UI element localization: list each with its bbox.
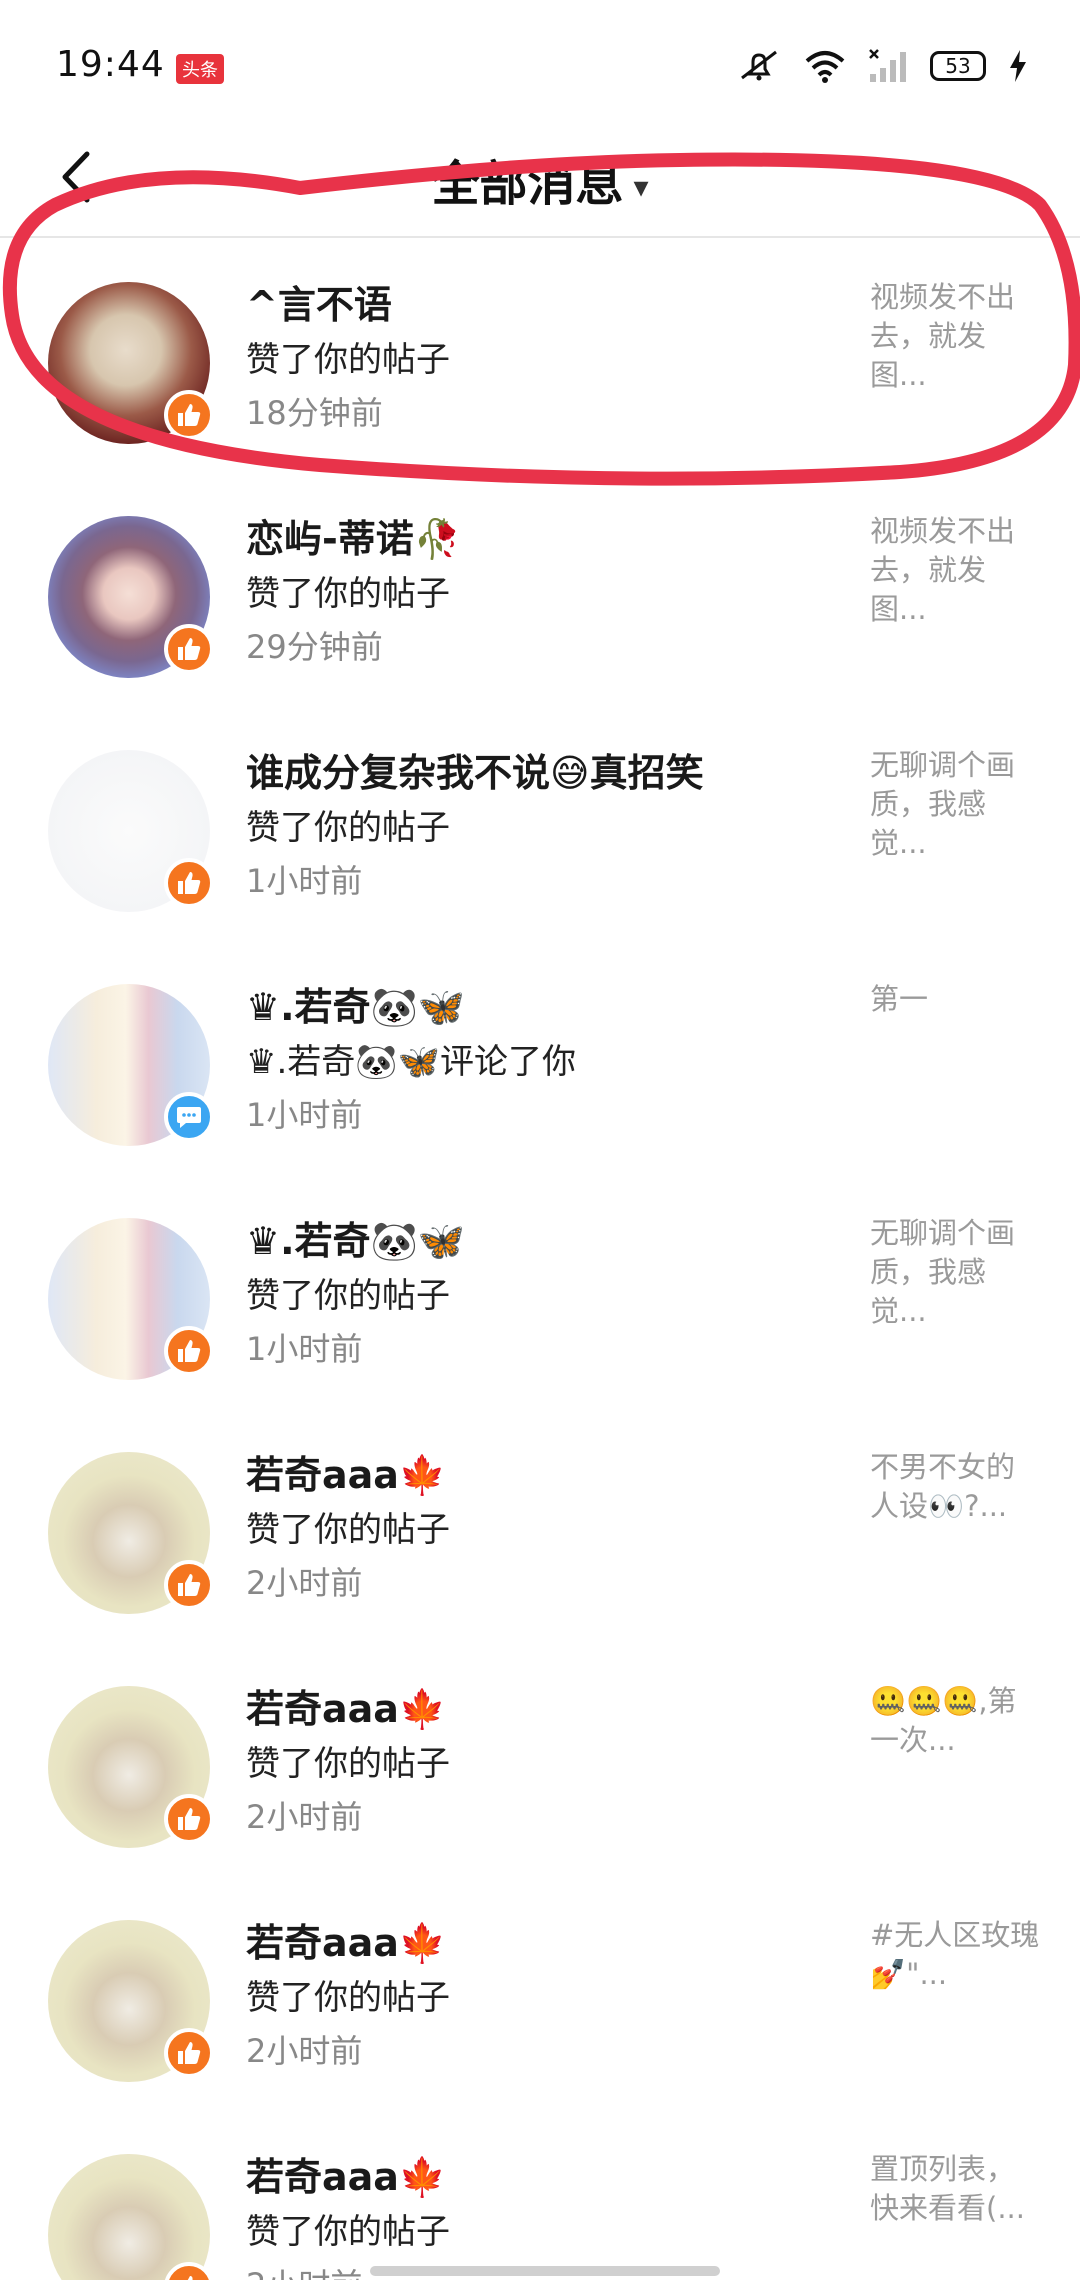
post-preview: #无人区玫瑰💅"... [870, 1918, 1040, 1991]
list-item[interactable]: 若奇aaa🍁 赞了你的帖子 2小时前 🤐🤐🤐,第一次... [0, 1644, 1080, 1878]
list-item[interactable]: 恋屿-蒂诺🥀 赞了你的帖子 29分钟前 视频发不出去，就发图... [0, 474, 1080, 708]
sender-name: ♛.若奇🐼🦋 [246, 985, 466, 1029]
avatar[interactable] [48, 750, 214, 912]
avatar[interactable] [48, 1452, 214, 1614]
like-icon [164, 858, 214, 908]
notification-action: 赞了你的帖子 [246, 574, 450, 614]
battery-icon: 53 [930, 51, 986, 81]
list-item[interactable]: ♛.若奇🐼🦋 ♛.若奇🐼🦋评论了你 1小时前 第一 [0, 942, 1080, 1176]
post-preview: 不男不女的人设👀?... [870, 1450, 1016, 1523]
notification-action: 赞了你的帖子 [246, 1744, 450, 1784]
avatar[interactable] [48, 2154, 214, 2280]
mute-icon [736, 48, 782, 84]
post-preview: 视频发不出去，就发图... [870, 514, 1016, 626]
like-icon [164, 1794, 214, 1844]
wifi-icon [804, 49, 846, 83]
post-preview: 无聊调个画质，我感觉... [870, 1216, 1016, 1328]
sender-name: 若奇aaa🍁 [246, 2155, 447, 2199]
page-title[interactable]: 全部消息 ▾ [0, 144, 1080, 214]
timestamp: 1小时前 [246, 862, 363, 900]
avatar[interactable] [48, 984, 214, 1146]
nav-bar: 全部消息 ▾ [0, 130, 1080, 238]
avatar[interactable] [48, 1218, 214, 1380]
sender-name: 恋屿-蒂诺🥀 [246, 517, 462, 561]
message-list: ^言不语 赞了你的帖子 18分钟前 视频发不出去，就发图... 恋屿-蒂诺🥀 赞… [0, 240, 1080, 2280]
avatar[interactable] [48, 282, 214, 444]
notification-action: 赞了你的帖子 [246, 1978, 450, 2018]
list-item[interactable]: 若奇aaa🍁 赞了你的帖子 2小时前 置顶列表，快来看看(... [0, 2112, 1080, 2280]
sender-name: ♛.若奇🐼🦋 [246, 1219, 466, 1263]
like-icon [164, 1326, 214, 1376]
post-preview: 置顶列表，快来看看(... [870, 2152, 1025, 2225]
page-title-text: 全部消息 [431, 156, 624, 212]
status-icons: 53 [736, 46, 1028, 86]
list-item[interactable]: ^言不语 赞了你的帖子 18分钟前 视频发不出去，就发图... [0, 240, 1080, 474]
avatar[interactable] [48, 516, 214, 678]
signal-icon [868, 48, 908, 84]
timestamp: 18分钟前 [246, 394, 383, 432]
sender-name: 若奇aaa🍁 [246, 1453, 447, 1497]
news-app-badge: 头条 [176, 54, 224, 84]
status-time: 19:44 [56, 44, 165, 85]
timestamp: 29分钟前 [246, 628, 383, 666]
timestamp: 2小时前 [246, 2260, 362, 2280]
avatar[interactable] [48, 1920, 214, 2082]
post-preview: 无聊调个画质，我感觉... [870, 748, 1016, 860]
like-icon [164, 624, 214, 674]
avatar[interactable] [48, 1686, 214, 1848]
post-preview: 第一 [870, 982, 929, 1016]
list-item[interactable]: ♛.若奇🐼🦋 赞了你的帖子 1小时前 无聊调个画质，我感觉... [0, 1176, 1080, 1410]
list-item[interactable]: 若奇aaa🍁 赞了你的帖子 2小时前 不男不女的人设👀?... [0, 1410, 1080, 1644]
timestamp: 2小时前 [246, 2032, 363, 2070]
notification-action: 赞了你的帖子 [246, 808, 450, 848]
notification-action: ♛.若奇🐼🦋评论了你 [246, 1042, 576, 1082]
timestamp: 2小时前 [246, 1564, 363, 1602]
sender-name: 若奇aaa🍁 [246, 1687, 447, 1731]
timestamp: 1小时前 [246, 1330, 363, 1368]
list-item[interactable]: 谁成分复杂我不说😅真招笑 赞了你的帖子 1小时前 无聊调个画质，我感觉... [0, 708, 1080, 942]
sender-name: 若奇aaa🍁 [246, 1921, 447, 1965]
list-item[interactable]: 若奇aaa🍁 赞了你的帖子 2小时前 #无人区玫瑰💅"... [0, 1878, 1080, 2112]
post-preview: 🤐🤐🤐,第一次... [870, 1684, 1017, 1757]
sender-name: ^言不语 [246, 283, 392, 327]
chevron-down-icon: ▾ [633, 169, 649, 205]
timestamp: 1小时前 [246, 1096, 363, 1134]
notification-action: 赞了你的帖子 [246, 1510, 450, 1550]
charging-icon [1008, 49, 1028, 83]
notification-action: 赞了你的帖子 [246, 340, 450, 380]
sender-name: 谁成分复杂我不说😅真招笑 [246, 751, 704, 795]
status-bar: 19:44 头条 53 [0, 0, 1080, 130]
comment-icon [164, 1092, 214, 1142]
like-icon [164, 1560, 214, 1610]
notification-action: 赞了你的帖子 [246, 1276, 450, 1316]
notification-action: 赞了你的帖子 [246, 2212, 450, 2252]
post-preview: 视频发不出去，就发图... [870, 280, 1016, 392]
home-indicator[interactable] [370, 2266, 720, 2276]
like-icon [164, 2028, 214, 2078]
like-icon [164, 390, 214, 440]
timestamp: 2小时前 [246, 1798, 363, 1836]
